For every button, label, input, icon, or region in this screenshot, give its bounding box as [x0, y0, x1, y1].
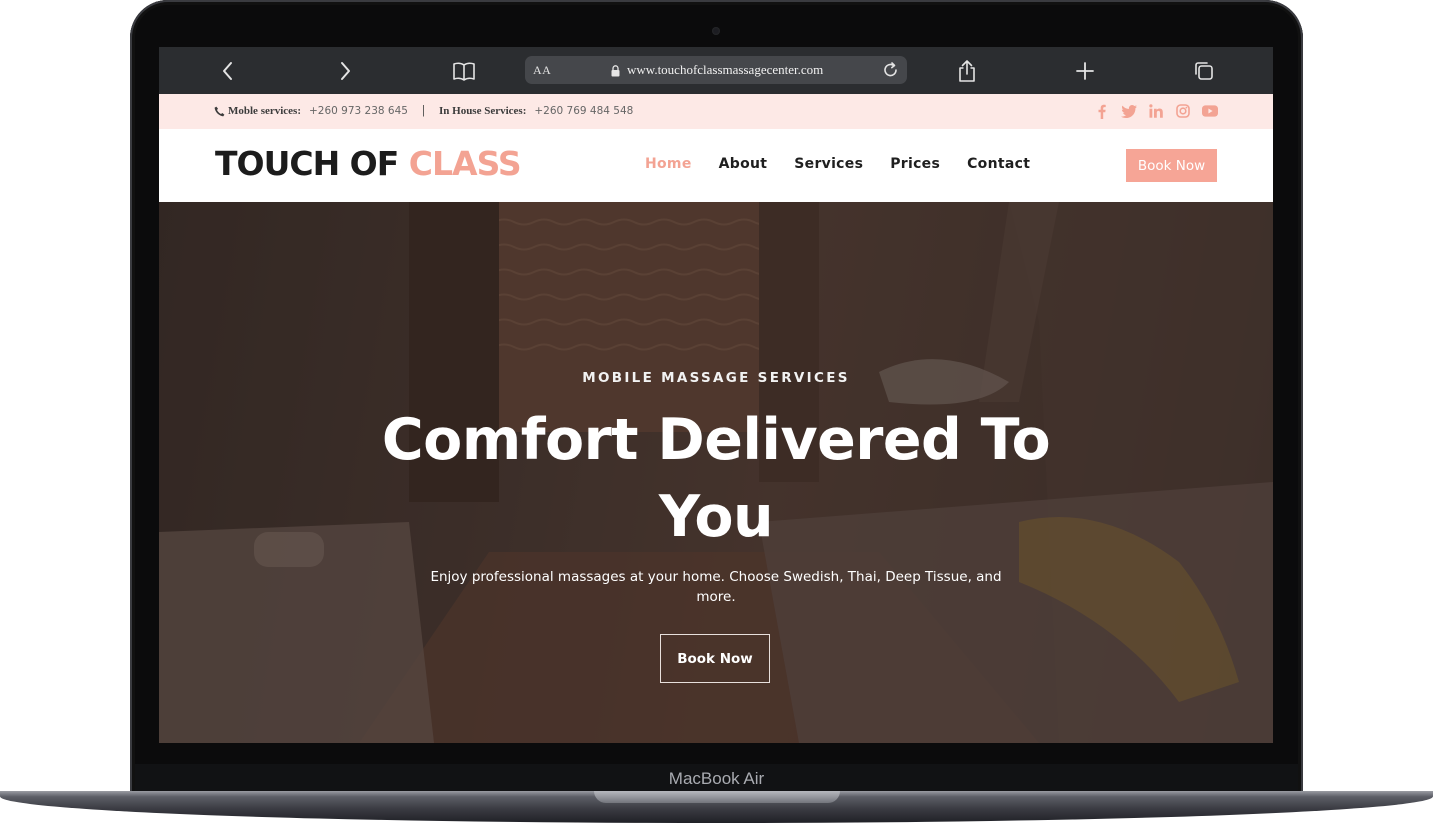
hero-content: MOBILE MASSAGE SERVICES Comfort Delivere…: [159, 202, 1273, 743]
back-icon[interactable]: [215, 58, 241, 84]
hero-section: MOBILE MASSAGE SERVICES Comfort Delivere…: [159, 202, 1273, 743]
nav-prices[interactable]: Prices: [890, 156, 940, 172]
reload-icon[interactable]: [881, 60, 901, 85]
mobile-services-number[interactable]: +260 973 238 645: [309, 105, 408, 117]
logo-accent-text: CLASS: [408, 144, 522, 183]
phone-icon: [214, 106, 225, 117]
bookmarks-icon[interactable]: [451, 58, 477, 84]
screen: AA www.touchofclassmassagecenter.com Mob…: [159, 47, 1273, 743]
laptop-hinge-notch: [594, 791, 840, 803]
header-book-now-button[interactable]: Book Now: [1126, 149, 1217, 182]
nav-home[interactable]: Home: [645, 156, 692, 172]
main-nav: Home About Services Prices Contact: [645, 156, 1030, 172]
hero-headline: Comfort Delivered To You: [381, 407, 1051, 550]
tabs-overview-icon[interactable]: [1191, 58, 1217, 84]
contact-line: Moble services: +260 973 238 645 | In Ho…: [214, 105, 633, 117]
twitter-icon[interactable]: [1121, 103, 1137, 119]
facebook-icon[interactable]: [1094, 103, 1110, 119]
nav-about[interactable]: About: [719, 156, 768, 172]
share-icon[interactable]: [954, 58, 980, 84]
site-logo[interactable]: TOUCH OF CLASS: [215, 144, 522, 183]
camera-dot: [712, 27, 720, 35]
nav-contact[interactable]: Contact: [967, 156, 1030, 172]
lock-icon: [611, 64, 620, 82]
instagram-icon[interactable]: [1175, 103, 1191, 119]
text-size-button[interactable]: AA: [533, 63, 551, 78]
url-text: www.touchofclassmassagecenter.com: [627, 62, 824, 77]
contact-separator: |: [421, 105, 425, 117]
new-tab-icon[interactable]: [1072, 58, 1098, 84]
nav-services[interactable]: Services: [794, 156, 863, 172]
laptop-model-label: MacBook Air: [668, 769, 765, 788]
hero-eyebrow: MOBILE MASSAGE SERVICES: [582, 370, 850, 386]
youtube-icon[interactable]: [1202, 103, 1218, 119]
inhouse-services-number[interactable]: +260 769 484 548: [534, 105, 633, 117]
contact-topbar: Moble services: +260 973 238 645 | In Ho…: [159, 94, 1273, 129]
logo-main-text: TOUCH OF: [215, 144, 409, 183]
inhouse-services-label: In House Services:: [438, 105, 527, 117]
address-bar[interactable]: AA www.touchofclassmassagecenter.com: [525, 56, 907, 84]
browser-toolbar: AA www.touchofclassmassagecenter.com: [159, 47, 1273, 94]
hero-book-now-button[interactable]: Book Now: [660, 634, 770, 683]
linkedin-icon[interactable]: [1148, 103, 1164, 119]
mobile-services-label: Moble services:: [228, 105, 301, 117]
social-links: [1094, 103, 1218, 119]
forward-icon[interactable]: [332, 58, 358, 84]
site-header: TOUCH OF CLASS Home About Services Price…: [159, 129, 1273, 202]
hero-subtext: Enjoy professional massages at your home…: [430, 569, 1002, 605]
